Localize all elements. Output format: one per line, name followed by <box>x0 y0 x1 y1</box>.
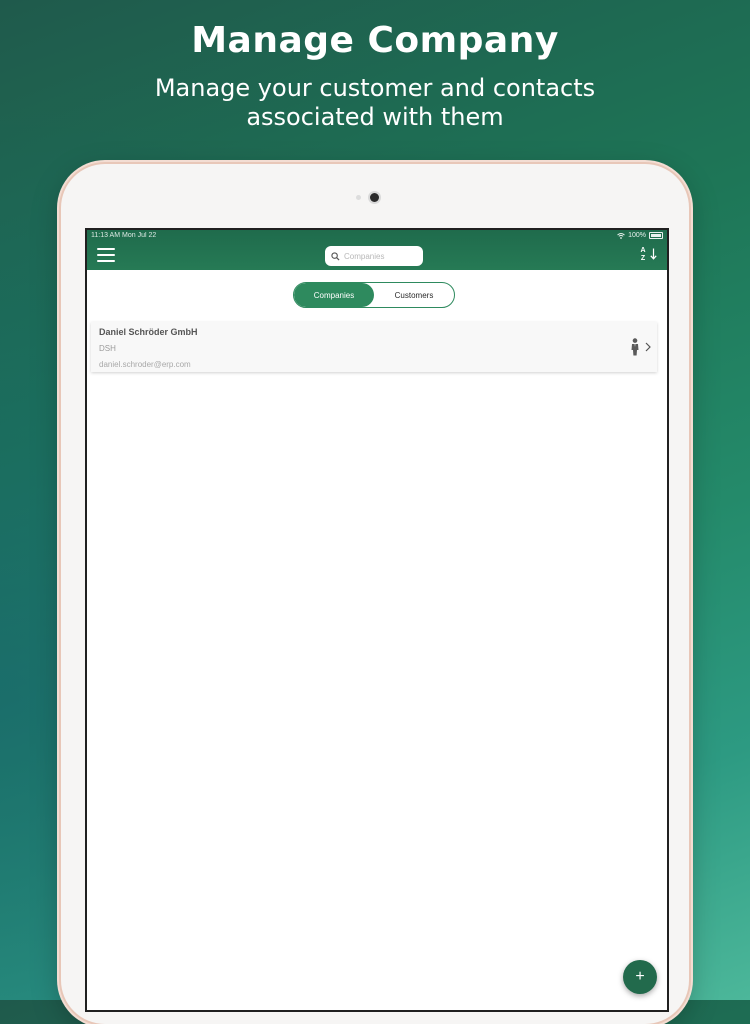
proximity-sensor <box>356 195 361 200</box>
company-list-item[interactable]: Daniel Schröder GmbH DSH daniel.schroder… <box>91 322 657 372</box>
company-code: DSH <box>99 344 116 353</box>
sort-az-button[interactable]: A Z <box>639 246 659 266</box>
status-bar: 11:13 AM Mon Jul 22 100% <box>87 230 667 242</box>
battery-icon <box>649 232 663 239</box>
sort-az-icon: A Z <box>639 247 647 263</box>
tab-customers[interactable]: Customers <box>374 283 454 307</box>
sort-arrow-down-icon <box>650 248 657 260</box>
battery-percent: 100% <box>628 232 646 239</box>
chevron-right-icon <box>645 342 651 352</box>
search-input[interactable] <box>344 251 414 261</box>
promo-title: Manage Company <box>191 20 559 61</box>
app-header: 11:13 AM Mon Jul 22 100% Companies A Z <box>87 230 667 270</box>
tablet-device-frame: 11:13 AM Mon Jul 22 100% Companies A Z C… <box>61 164 689 1024</box>
promo-subtitle: Manage your customer and contacts associ… <box>154 74 596 131</box>
add-company-button[interactable]: + <box>623 960 657 994</box>
tab-companies[interactable]: Companies <box>294 283 374 307</box>
sort-label-a: A <box>640 247 646 254</box>
status-time-date: 11:13 AM Mon Jul 22 <box>91 232 157 239</box>
person-icon <box>631 338 639 356</box>
status-indicators: 100% <box>617 232 663 239</box>
search-icon <box>331 251 340 261</box>
sort-label-z: Z <box>640 255 646 262</box>
companies-customers-toggle: Companies Customers <box>293 282 455 308</box>
company-email: daniel.schroder@erp.com <box>99 360 191 369</box>
front-camera <box>370 193 379 202</box>
wifi-icon <box>617 232 625 239</box>
search-bar[interactable] <box>325 246 423 266</box>
app-screen: 11:13 AM Mon Jul 22 100% Companies A Z C… <box>85 228 669 1012</box>
company-name: Daniel Schröder GmbH <box>99 327 198 337</box>
add-icon: + <box>635 968 645 985</box>
hamburger-menu-icon[interactable] <box>97 248 115 262</box>
